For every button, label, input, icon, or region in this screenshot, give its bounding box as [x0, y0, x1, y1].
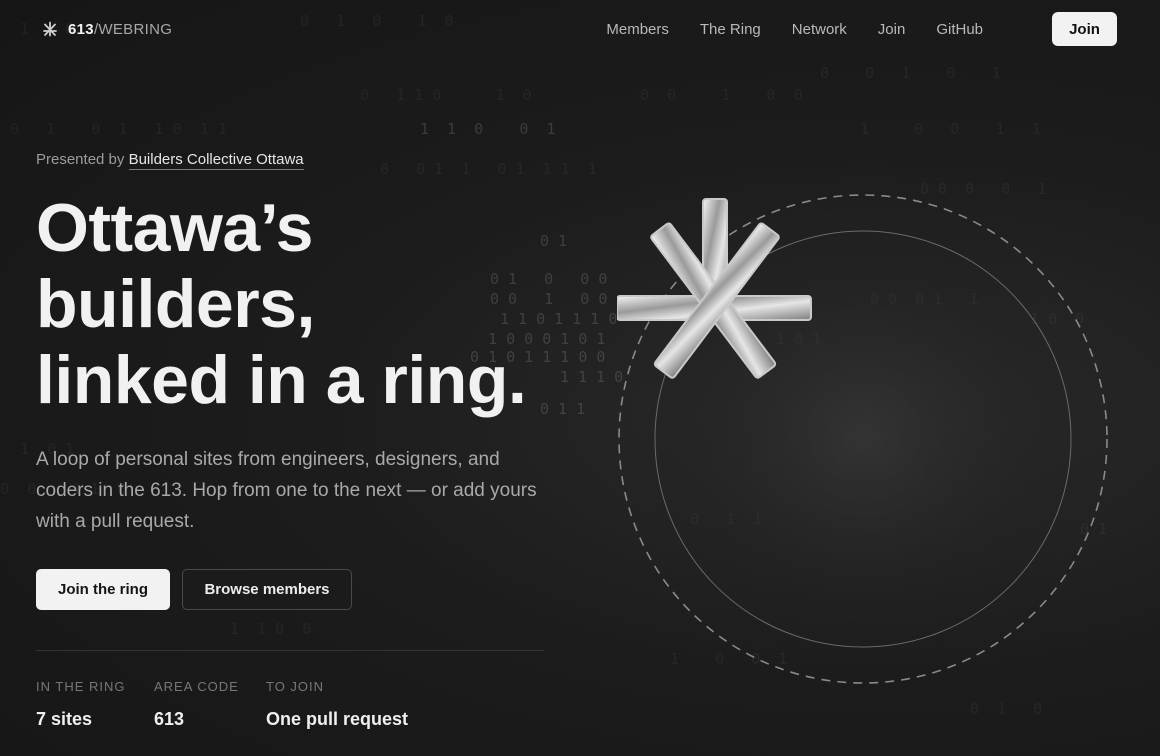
headline-line-2: builders, — [36, 266, 315, 342]
stat-value: One pull request — [266, 709, 409, 729]
hero-headline: Ottawa’s builders, linked in a ring. — [36, 190, 596, 418]
stat-label: TO JOIN — [266, 679, 325, 694]
brand-number: 613 — [68, 20, 94, 38]
divider — [36, 650, 544, 651]
ring-graphic — [617, 193, 1109, 685]
stat-to-join: TO JOIN One pull request — [266, 679, 408, 730]
stat-area-code: AREA CODE 613 — [154, 679, 239, 730]
stat-in-the-ring: IN THE RING 7 sites — [36, 679, 126, 730]
nav-links: Members The Ring Network Join GitHub Joi… — [606, 12, 1117, 46]
brand[interactable]: 613/WEBRING — [42, 21, 172, 38]
presented-by: Presented by Builders Collective Ottawa — [36, 151, 304, 170]
brand-suffix: /WEBRING — [93, 20, 173, 38]
page: 1 0 0 1 0 1 0 1 0 0 0 1 0 1 0 1 1 0 1 0 … — [0, 0, 1160, 756]
nav-link-members[interactable]: Members — [606, 21, 669, 38]
stat-label: IN THE RING — [36, 679, 126, 694]
nav-link-join[interactable]: Join — [878, 21, 906, 38]
headline-line-3: linked in a ring. — [36, 342, 527, 418]
stat-value: 7 sites — [36, 709, 93, 729]
top-nav: 613/WEBRING Members The Ring Network Joi… — [0, 0, 1160, 58]
asterisk-icon — [43, 21, 57, 37]
stat-value: 613 — [154, 709, 185, 729]
presented-by-link[interactable]: Builders Collective Ottawa — [128, 151, 304, 170]
stat-label: AREA CODE — [154, 679, 239, 694]
asterisk-emblem-icon — [617, 198, 812, 379]
browse-members-button[interactable]: Browse members — [182, 569, 352, 610]
nav-link-the-ring[interactable]: The Ring — [700, 21, 761, 38]
nav-link-github[interactable]: GitHub — [936, 21, 983, 38]
nav-join-button[interactable]: Join — [1052, 12, 1117, 46]
headline-line-1: Ottawa’s — [36, 190, 313, 266]
nav-link-network[interactable]: Network — [792, 21, 847, 38]
join-ring-button[interactable]: Join the ring — [36, 569, 170, 610]
hero-subtext: A loop of personal sites from engineers,… — [36, 449, 537, 532]
brand-name: 613/WEBRING — [68, 21, 172, 38]
presented-by-prefix: Presented by — [36, 151, 125, 168]
